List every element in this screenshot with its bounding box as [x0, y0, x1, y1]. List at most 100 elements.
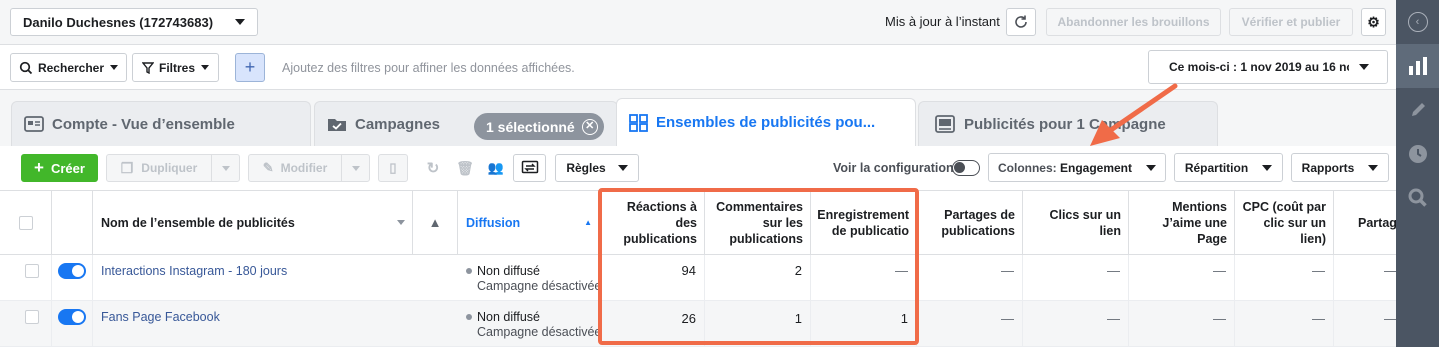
- chevron-down-icon: [1262, 164, 1273, 171]
- row-checkbox[interactable]: [25, 264, 39, 278]
- row-select-cell: [0, 301, 52, 347]
- sidebar-item-edit[interactable]: [1396, 88, 1439, 132]
- view-config-toggle[interactable]: [952, 160, 980, 176]
- cell-comments: 2: [705, 255, 811, 301]
- header-text: Partages de: [944, 207, 1015, 222]
- filters-label: Filtres: [158, 60, 195, 75]
- account-selector[interactable]: Danilo Duchesnes (172743683): [10, 8, 258, 36]
- chevron-down-icon: [110, 65, 119, 70]
- chevron-down-icon: [201, 65, 209, 70]
- tab-adsets[interactable]: Ensembles de publicités pou...: [616, 98, 916, 146]
- duplicate-label: Dupliquer: [141, 161, 198, 175]
- compare-button[interactable]: [513, 154, 546, 182]
- breakdown-label: Répartition: [1184, 160, 1249, 175]
- header-text: Partag: [1358, 215, 1396, 230]
- status-dot: [466, 314, 472, 320]
- tab-campaigns-label: Campagnes: [355, 115, 441, 133]
- add-filter-button[interactable]: +: [235, 53, 265, 82]
- gear-icon: ⚙: [1367, 13, 1380, 30]
- account-icon: [24, 116, 44, 132]
- header-text: clic sur un: [1263, 215, 1326, 230]
- header-shares[interactable]: Partages de publications: [917, 191, 1023, 255]
- delivery-status: Non diffusé: [477, 310, 541, 324]
- tab-adsets-label: Ensembles de publicités pou...: [656, 114, 876, 131]
- row-warning-cell: [413, 255, 458, 301]
- sidebar-item-history[interactable]: [1396, 132, 1439, 176]
- adset-name-link[interactable]: Interactions Instagram - 180 jours: [101, 264, 287, 278]
- right-sidebar: ‹: [1396, 0, 1439, 347]
- header-text: Page: [1197, 231, 1227, 246]
- row-checkbox[interactable]: [25, 310, 39, 324]
- collapse-button[interactable]: ‹: [1396, 0, 1439, 44]
- row-toggle-cell: [52, 301, 93, 347]
- undo-button[interactable]: ↻: [418, 154, 448, 182]
- filters-button[interactable]: Filtres: [132, 53, 219, 82]
- header-delivery[interactable]: Diffusion ▲: [458, 191, 600, 255]
- header-delivery-label: Diffusion: [466, 215, 521, 230]
- delivery-status: Non diffusé: [477, 264, 541, 278]
- columns-button[interactable]: Colonnes: Engagement: [988, 153, 1166, 182]
- header-toggle-cell: [52, 191, 93, 255]
- header-cpc[interactable]: CPC (coût par clic sur un lien): [1235, 191, 1334, 255]
- audience-button[interactable]: 👥: [481, 154, 511, 182]
- cell-reactions: 94: [600, 255, 705, 301]
- sidebar-item-reporting[interactable]: [1396, 44, 1439, 88]
- row-toggle[interactable]: [58, 263, 86, 279]
- ad-icon: [935, 115, 955, 133]
- edit-label: Modifier: [280, 161, 328, 175]
- top-bar: Danilo Duchesnes (172743683) Mis à jour …: [0, 0, 1396, 45]
- reports-button[interactable]: Rapports: [1291, 153, 1389, 182]
- folder-check-icon: [328, 119, 346, 131]
- warning-icon: ▲: [428, 214, 442, 230]
- discard-drafts-button[interactable]: Abandonner les brouillons: [1046, 8, 1221, 36]
- cell-comments: 1: [705, 301, 811, 347]
- cell-partial: —: [1384, 263, 1396, 278]
- action-toolbar: + Créer ❐ Dupliquer ✎ Modifier ▯ ↻ 🗑 👥 R…: [0, 146, 1396, 191]
- duplicate-button[interactable]: ❐ Dupliquer: [106, 154, 212, 182]
- edit-button[interactable]: ✎ Modifier: [248, 154, 342, 182]
- search-button[interactable]: Rechercher: [10, 53, 127, 82]
- toggle-knob: [954, 162, 965, 173]
- adset-name-link[interactable]: Fans Page Facebook: [101, 310, 220, 324]
- cell-partial: —: [1384, 311, 1396, 326]
- settings-button[interactable]: ⚙: [1361, 8, 1386, 36]
- clipboard-icon: ▯: [389, 160, 397, 175]
- header-text: J’aime une: [1162, 215, 1227, 230]
- tab-account-overview[interactable]: Compte - Vue d’ensemble: [11, 101, 311, 146]
- chevron-down-icon: [1146, 164, 1156, 171]
- header-comments[interactable]: Commentaires sur les publications: [705, 191, 811, 255]
- chevron-down-icon: [1359, 64, 1369, 70]
- header-text: publications: [941, 223, 1015, 238]
- clipboard-button[interactable]: ▯: [378, 154, 408, 182]
- create-button[interactable]: + Créer: [21, 154, 98, 182]
- bar-chart-icon: [1408, 57, 1427, 75]
- breakdown-button[interactable]: Répartition: [1174, 153, 1283, 182]
- select-all-checkbox[interactable]: [18, 215, 33, 230]
- header-saves[interactable]: Enregistrement de publicatio: [811, 191, 917, 255]
- date-range-selector[interactable]: Ce mois-ci : 1 nov 2019 au 16 no: [1148, 50, 1388, 84]
- account-name: Danilo Duchesnes (172743683): [23, 14, 214, 30]
- tab-campaigns[interactable]: Campagnes 1 sélectionné ✕: [314, 101, 618, 146]
- pencil-icon: [1411, 103, 1425, 116]
- header-link-clicks[interactable]: Clics sur un lien: [1023, 191, 1129, 255]
- refresh-button[interactable]: [1006, 8, 1036, 36]
- sidebar-item-inspect[interactable]: [1396, 176, 1439, 220]
- duplicate-dropdown[interactable]: [211, 154, 240, 182]
- header-page-likes[interactable]: Mentions J’aime une Page: [1129, 191, 1235, 255]
- row-toggle[interactable]: [58, 309, 86, 325]
- selection-badge[interactable]: 1 sélectionné ✕: [474, 113, 604, 140]
- delete-button[interactable]: 🗑: [450, 154, 480, 182]
- review-publish-button[interactable]: Vérifier et publier: [1229, 8, 1353, 36]
- rules-button[interactable]: Règles: [555, 154, 639, 182]
- chevron-down-icon: [221, 165, 230, 171]
- header-name[interactable]: Nom de l’ensemble de publicités: [93, 191, 413, 255]
- table-row[interactable]: Interactions Instagram - 180 jours Non d…: [0, 255, 1396, 301]
- header-text: de publicatio: [831, 223, 909, 238]
- update-status: Mis à jour à l’instant: [885, 14, 1000, 29]
- header-reactions[interactable]: Réactions à des publications: [600, 191, 705, 255]
- close-icon[interactable]: ✕: [581, 118, 598, 135]
- delivery-substatus: Campagne désactivée: [477, 279, 600, 293]
- table-row[interactable]: Fans Page Facebook Non diffusé Campagne …: [0, 301, 1396, 347]
- edit-dropdown[interactable]: [341, 154, 370, 182]
- header-partial[interactable]: Partag: [1334, 191, 1396, 255]
